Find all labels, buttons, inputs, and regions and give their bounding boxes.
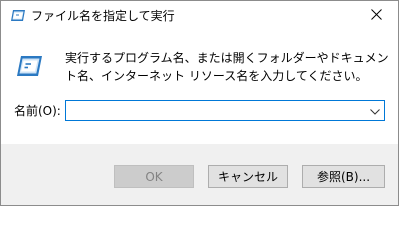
- cancel-button[interactable]: キャンセル: [208, 165, 288, 188]
- name-input[interactable]: [66, 101, 364, 120]
- run-app-icon: [10, 9, 26, 23]
- chevron-down-icon: [370, 104, 380, 118]
- window-title: ファイル名を指定して実行: [31, 9, 175, 23]
- run-dialog: ファイル名を指定して実行 実行するプログラム名、または開くフォルダーやドキュメン…: [0, 0, 399, 206]
- title-bar: ファイル名を指定して実行: [1, 1, 398, 31]
- instruction-text: 実行するプログラム名、または開くフォルダーやドキュメント名、インターネット リソ…: [65, 51, 389, 83]
- close-button[interactable]: [354, 1, 398, 31]
- run-dialog-icon: [15, 52, 43, 80]
- close-icon: [370, 9, 382, 23]
- ok-button[interactable]: OK: [114, 165, 194, 188]
- name-combobox[interactable]: [65, 100, 385, 121]
- name-label: 名前(O):: [14, 104, 61, 118]
- dropdown-button[interactable]: [366, 101, 384, 120]
- browse-button[interactable]: 参照(B)...: [302, 165, 385, 188]
